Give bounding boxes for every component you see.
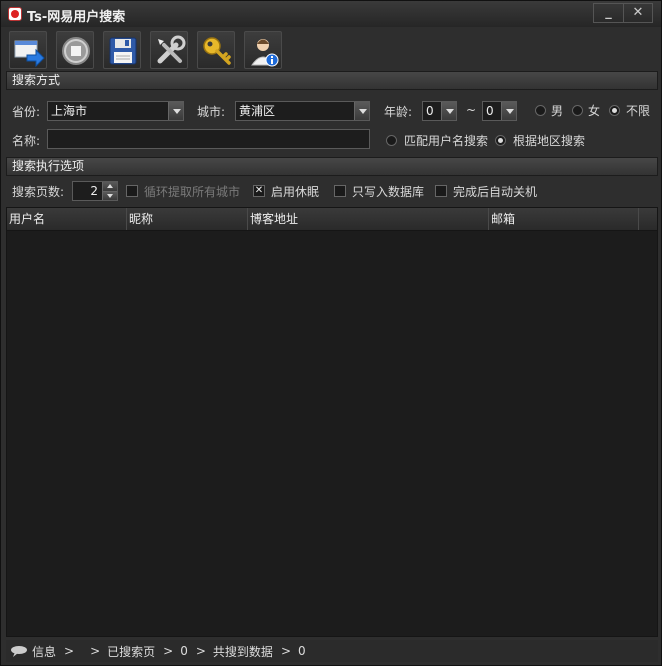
auto-shutdown-label[interactable]: 完成后自动关机 — [453, 183, 537, 200]
city-select[interactable]: 黄浦区 — [235, 101, 370, 121]
minimize-button[interactable]: _ — [594, 4, 623, 22]
title-bar[interactable]: Ts-网易用户搜索 _ ✕ — [1, 1, 661, 27]
gender-female-radio[interactable] — [572, 105, 583, 116]
status-separator: > — [280, 644, 291, 658]
province-label: 省份: — [12, 105, 41, 119]
province-value: 上海市 — [51, 104, 88, 118]
auto-shutdown-checkbox[interactable] — [435, 185, 447, 197]
stop-icon — [62, 37, 90, 65]
column-header-filler — [639, 208, 657, 230]
status-searched-pages-value: 0 — [180, 644, 188, 658]
pages-label: 搜索页数: — [12, 185, 65, 199]
gender-any-radio[interactable] — [609, 105, 620, 116]
pages-stepper[interactable]: 2 — [72, 181, 118, 201]
user-info-icon — [251, 39, 279, 67]
info-icon — [11, 646, 27, 657]
enable-sleep-checkbox[interactable]: ✕ — [253, 185, 265, 197]
window-title: Ts-网易用户搜索 — [27, 10, 126, 25]
gender-male-radio[interactable] — [535, 105, 546, 116]
age-to-value: 0 — [486, 104, 494, 118]
name-label: 名称: — [12, 134, 41, 148]
table-header: 用户名 昵称 博客地址 邮箱 — [7, 208, 657, 231]
match-username-label[interactable]: 匹配用户名搜索 — [404, 132, 488, 149]
chevron-down-icon[interactable] — [354, 102, 369, 120]
floppy-disk-icon — [109, 37, 137, 65]
status-info-label: 信息 — [32, 644, 57, 659]
age-from-value: 0 — [426, 104, 434, 118]
register-button[interactable] — [197, 31, 235, 69]
gender-any-label[interactable]: 不限 — [626, 102, 650, 119]
status-separator: > — [64, 644, 75, 658]
pages-value: 2 — [90, 184, 98, 198]
status-bar: 信息 > > 已搜索页 > 0 > 共搜到数据 > 0 — [6, 640, 658, 662]
close-button[interactable]: ✕ — [623, 4, 652, 22]
by-region-radio[interactable] — [495, 135, 506, 146]
stop-button[interactable] — [56, 31, 94, 69]
status-total-data-label: 共搜到数据 — [212, 644, 273, 659]
status-searched-pages-label: 已搜索页 — [107, 644, 156, 659]
by-region-label[interactable]: 根据地区搜索 — [513, 132, 585, 149]
main-window: Ts-网易用户搜索 _ ✕ 搜索方式 省份: 上海市 城市: 黄浦区 年龄: 0… — [0, 0, 662, 666]
column-header-nickname[interactable]: 昵称 — [127, 208, 248, 230]
city-label: 城市: — [197, 105, 226, 119]
column-header-username[interactable]: 用户名 — [7, 208, 127, 230]
chevron-down-icon[interactable] — [501, 102, 516, 120]
exec-options-header: 搜索执行选项 — [6, 157, 658, 176]
status-total-data-value: 0 — [298, 644, 306, 658]
save-button[interactable] — [103, 31, 141, 69]
gender-male-label[interactable]: 男 — [551, 102, 563, 119]
import-arrow-icon — [14, 40, 45, 67]
column-header-email[interactable]: 邮箱 — [489, 208, 639, 230]
match-username-radio[interactable] — [386, 135, 397, 146]
chevron-down-icon[interactable] — [168, 102, 183, 120]
about-button[interactable] — [244, 31, 282, 69]
import-button[interactable] — [9, 31, 47, 69]
loop-cities-checkbox[interactable] — [126, 185, 138, 197]
tools-icon — [157, 35, 186, 64]
increment-icon[interactable] — [102, 182, 117, 191]
column-header-blog-url[interactable]: 博客地址 — [248, 208, 489, 230]
settings-button[interactable] — [150, 31, 188, 69]
status-separator: > — [163, 644, 174, 658]
age-label: 年龄: — [384, 105, 413, 119]
chevron-down-icon[interactable] — [441, 102, 456, 120]
city-value: 黄浦区 — [239, 104, 276, 118]
age-from-select[interactable]: 0 — [422, 101, 457, 121]
results-table[interactable]: 用户名 昵称 博客地址 邮箱 — [6, 207, 658, 637]
db-only-label[interactable]: 只写入数据库 — [352, 183, 424, 200]
status-separator: > — [90, 644, 101, 658]
status-separator: > — [195, 644, 206, 658]
gender-female-label[interactable]: 女 — [588, 102, 600, 119]
search-mode-header: 搜索方式 — [6, 71, 658, 90]
decrement-icon[interactable] — [102, 191, 117, 200]
key-icon — [203, 37, 231, 65]
age-to-select[interactable]: 0 — [482, 101, 517, 121]
enable-sleep-label[interactable]: 启用休眠 — [271, 183, 319, 200]
loop-cities-label[interactable]: 循环提取所有城市 — [144, 183, 240, 200]
window-controls: _ ✕ — [593, 3, 653, 23]
province-select[interactable]: 上海市 — [47, 101, 184, 121]
toolbar — [9, 31, 282, 71]
db-only-checkbox[interactable] — [334, 185, 346, 197]
age-separator: ~ — [466, 103, 477, 117]
name-input[interactable] — [47, 129, 370, 149]
app-logo-icon — [8, 7, 22, 21]
